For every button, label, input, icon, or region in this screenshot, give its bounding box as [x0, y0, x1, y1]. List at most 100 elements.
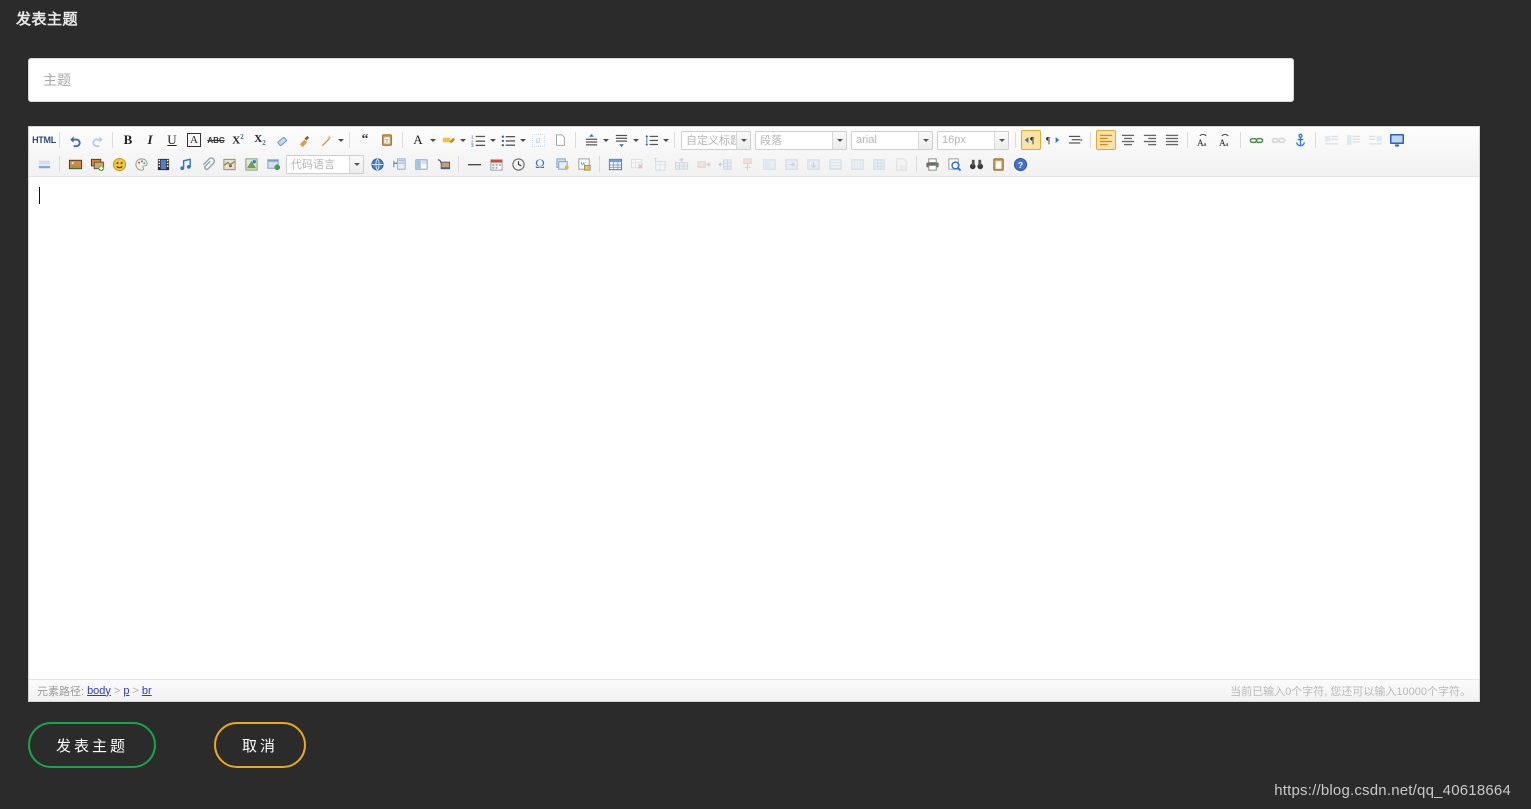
binoculars-icon[interactable]	[966, 154, 986, 174]
clock-icon[interactable]	[508, 154, 528, 174]
multi-image-icon[interactable]	[87, 154, 107, 174]
chevron-down-icon[interactable]	[832, 131, 846, 149]
paintbrush-icon[interactable]	[294, 130, 314, 150]
editor-content-area[interactable]	[29, 177, 1479, 674]
submit-topic-button[interactable]: 发表主题	[28, 722, 156, 768]
split-rows-icon[interactable]	[803, 154, 823, 174]
chevron-down-icon[interactable]	[458, 130, 467, 150]
lowercase-icon[interactable]: Aa	[1215, 130, 1235, 150]
music-icon[interactable]	[175, 154, 195, 174]
paperclip-icon[interactable]	[197, 154, 217, 174]
chevron-down-icon[interactable]	[994, 131, 1008, 149]
link-icon[interactable]	[1246, 130, 1266, 150]
merge-right-icon[interactable]	[759, 154, 779, 174]
page-break-icon[interactable]	[552, 154, 572, 174]
element-path-body[interactable]: body	[87, 685, 111, 697]
eraser-icon[interactable]	[272, 130, 292, 150]
image-right-icon[interactable]	[1365, 130, 1385, 150]
italic-icon[interactable]: I	[140, 130, 160, 150]
space-after-icon[interactable]	[611, 130, 631, 150]
help-icon[interactable]: ?	[1010, 154, 1030, 174]
align-right-icon[interactable]	[1140, 130, 1160, 150]
chevron-down-icon[interactable]	[661, 130, 670, 150]
chevron-down-icon[interactable]	[601, 130, 610, 150]
layout-icon[interactable]	[411, 154, 431, 174]
printer-icon[interactable]	[922, 154, 942, 174]
table-icon[interactable]	[605, 154, 625, 174]
chevron-down-icon[interactable]	[736, 131, 750, 149]
font-size-select[interactable]: 16px	[937, 130, 1009, 150]
delete-row-icon[interactable]	[869, 154, 889, 174]
source-html-button[interactable]: HTML	[32, 130, 56, 150]
indent-icon[interactable]	[1065, 130, 1085, 150]
custom-heading-select[interactable]: 自定义标题	[681, 130, 751, 150]
split-cols-icon[interactable]	[825, 154, 845, 174]
split-cell-icon[interactable]	[737, 154, 757, 174]
globe-icon[interactable]	[367, 154, 387, 174]
chevron-down-icon[interactable]	[518, 130, 527, 150]
gmap-icon[interactable]	[241, 154, 261, 174]
screenshot-icon[interactable]	[433, 154, 453, 174]
omega-icon[interactable]: Ω	[530, 154, 550, 174]
monitor-icon[interactable]	[1387, 130, 1407, 150]
boxed-a-icon[interactable]: A	[184, 130, 204, 150]
font-family-select[interactable]: arial	[851, 130, 933, 150]
preview-icon[interactable]	[944, 154, 964, 174]
line-height-icon[interactable]	[641, 130, 661, 150]
unlink-icon[interactable]	[1268, 130, 1288, 150]
bold-icon[interactable]: B	[118, 130, 138, 150]
chevron-down-icon[interactable]	[349, 155, 363, 173]
blank-page-icon[interactable]	[550, 130, 570, 150]
template-icon[interactable]	[389, 154, 409, 174]
uppercase-icon[interactable]: Aa	[1193, 130, 1213, 150]
redo-icon[interactable]	[87, 130, 107, 150]
font-color-icon[interactable]: A	[408, 130, 428, 150]
merge-down-icon[interactable]	[781, 154, 801, 174]
align-left-icon[interactable]	[1096, 130, 1116, 150]
subscript-icon[interactable]: X2	[250, 130, 270, 150]
map-icon[interactable]	[219, 154, 239, 174]
table-cell-icon[interactable]	[891, 154, 911, 174]
ltr-icon[interactable]: ¶	[1021, 130, 1041, 150]
chevron-down-icon[interactable]	[428, 130, 437, 150]
magic-wand-icon[interactable]	[316, 130, 336, 150]
word-icon[interactable]: W	[574, 154, 594, 174]
a-badge-icon[interactable]: a	[528, 130, 548, 150]
rtl-icon[interactable]: ¶	[1043, 130, 1063, 150]
highlighter-icon[interactable]	[438, 130, 458, 150]
chevron-down-icon[interactable]	[631, 130, 640, 150]
quote-icon[interactable]: “	[355, 130, 375, 150]
insert-row-icon[interactable]	[671, 154, 691, 174]
undo-icon[interactable]	[65, 130, 85, 150]
hr-icon[interactable]	[464, 154, 484, 174]
film-icon[interactable]	[153, 154, 173, 174]
smiley-icon[interactable]	[109, 154, 129, 174]
element-path-br[interactable]: br	[142, 685, 152, 697]
paragraph-format-select[interactable]: 段落	[755, 130, 847, 150]
palette-icon[interactable]	[131, 154, 151, 174]
cancel-button[interactable]: 取消	[214, 722, 306, 768]
calendar-icon[interactable]	[486, 154, 506, 174]
title-input[interactable]	[29, 59, 1293, 101]
element-path-p[interactable]: p	[123, 685, 129, 697]
align-center-icon[interactable]	[1118, 130, 1138, 150]
merge-cells-icon[interactable]	[715, 154, 735, 174]
background-icon[interactable]	[34, 154, 54, 174]
chevron-down-icon[interactable]	[488, 130, 497, 150]
space-before-icon[interactable]	[581, 130, 601, 150]
unordered-list-icon[interactable]	[498, 130, 518, 150]
clipboard-icon[interactable]	[988, 154, 1008, 174]
code-language-select[interactable]: 代码语言	[286, 154, 364, 174]
underline-icon[interactable]: U	[162, 130, 182, 150]
align-justify-icon[interactable]	[1162, 130, 1182, 150]
paste-text-icon[interactable]: T	[377, 130, 397, 150]
strikethrough-icon[interactable]: ABC	[206, 130, 226, 150]
anchor-icon[interactable]	[1290, 130, 1310, 150]
chevron-down-icon[interactable]	[918, 131, 932, 149]
image-left-icon[interactable]	[1321, 130, 1341, 150]
image-icon[interactable]	[65, 154, 85, 174]
superscript-icon[interactable]: X2	[228, 130, 248, 150]
image-center-icon[interactable]	[1343, 130, 1363, 150]
chevron-down-icon[interactable]	[336, 130, 345, 150]
table-sort-icon[interactable]	[847, 154, 867, 174]
